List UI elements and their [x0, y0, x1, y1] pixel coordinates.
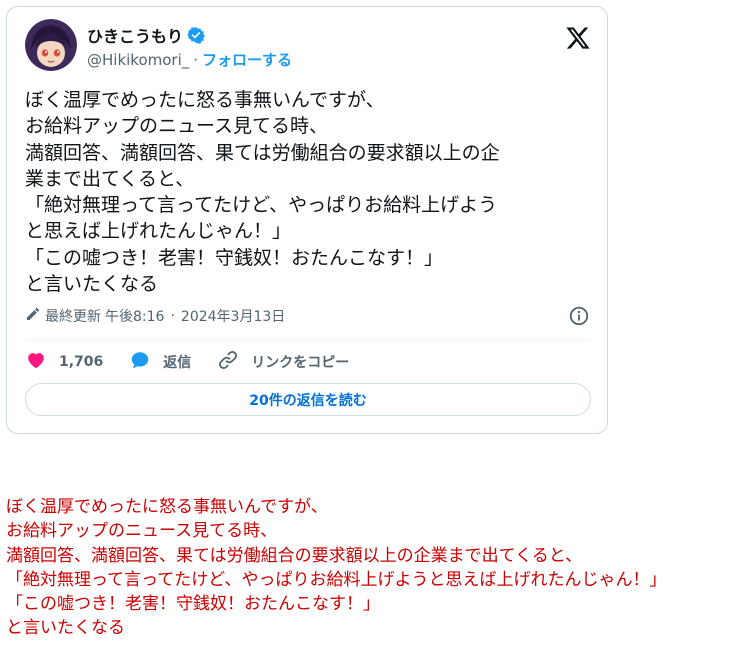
reply-button[interactable]: 返信: [129, 349, 191, 375]
quoted-text-line: 「絶対無理って言ってたけど、やっぱりお給料上げようと思えば上げれたんじゃん！」: [6, 569, 667, 590]
x-logo-icon[interactable]: [565, 25, 591, 51]
time-separator: ·: [170, 308, 175, 324]
post-text-line: 「絶対無理って言ってたけど、やっぱりお給料上げよう: [25, 194, 498, 217]
pencil-icon: [25, 306, 41, 326]
read-replies-button[interactable]: 20件の返信を読む: [25, 383, 591, 416]
embedded-post-card: ひきこうもり @Hikikomori_ · フォローする ぼく温厚でめったに怒る…: [6, 6, 608, 434]
info-icon[interactable]: [568, 305, 590, 327]
author-handle-row: @Hikikomori_ · フォローする: [87, 49, 292, 70]
quoted-post-text: ぼく温厚でめったに怒る事無いんですが、 お給料アップのニュース見てる時、 満額回…: [6, 495, 666, 641]
heart-icon: [25, 349, 47, 375]
post-text-line: 「この嘘つき！老害！守銭奴！おたんこなす！」: [25, 246, 444, 269]
post-text-line: と言いたくなる: [25, 273, 159, 296]
post-date[interactable]: 2024年3月13日: [181, 306, 285, 326]
copy-link-button[interactable]: リンクをコピー: [217, 349, 349, 375]
post-time[interactable]: 午後8:16: [105, 306, 164, 326]
post-text: ぼく温厚でめったに怒る事無いんですが、 お給料アップのニュース見てる時、 満額回…: [25, 87, 595, 297]
post-text-line: と思えば上げれたんじゃん！」: [25, 220, 292, 243]
link-icon: [217, 349, 239, 375]
quoted-text-line: 「この嘘つき！老害！守銭奴！おたんこなす！」: [6, 594, 380, 615]
author-name-row: ひきこうもり: [87, 23, 205, 47]
quoted-text-line: と言いたくなる: [6, 618, 125, 639]
speech-bubble-icon: [129, 349, 151, 375]
post-text-line: 業まで出てくると、: [25, 167, 195, 190]
like-count: 1,706: [59, 354, 104, 370]
handle-separator: ·: [193, 50, 199, 69]
verified-badge-icon: [187, 26, 205, 44]
like-button[interactable]: 1,706: [25, 349, 103, 375]
copy-link-label: リンクをコピー: [251, 355, 350, 371]
reply-label: 返信: [163, 355, 192, 371]
post-text-line: 満額回答、満額回答、果ては労働組合の要求額以上の企: [25, 141, 500, 164]
post-timestamp-row: 最終更新 午後8:16 · 2024年3月13日: [25, 306, 285, 326]
post-actions: 1,706 返信 リンクをコピー: [25, 350, 375, 374]
author-handle[interactable]: @Hikikomori_: [87, 51, 189, 69]
post-text-line: お給料アップのニュース見てる時、: [25, 115, 329, 138]
author-display-name[interactable]: ひきこうもり: [87, 23, 183, 47]
quoted-text-line: 満額回答、満額回答、果ては労働組合の要求額以上の企業まで出てくると、: [6, 545, 583, 566]
follow-button[interactable]: フォローする: [202, 49, 292, 70]
post-text-line: ぼく温厚でめったに怒る事無いんですが、: [25, 89, 385, 111]
quoted-text-line: ぼく温厚でめったに怒る事無いんですが、: [6, 497, 328, 517]
avatar[interactable]: [25, 19, 77, 71]
quoted-text-line: お給料アップのニュース見てる時、: [6, 521, 278, 542]
last-updated-label[interactable]: 最終更新: [45, 306, 101, 326]
divider: [25, 340, 591, 341]
